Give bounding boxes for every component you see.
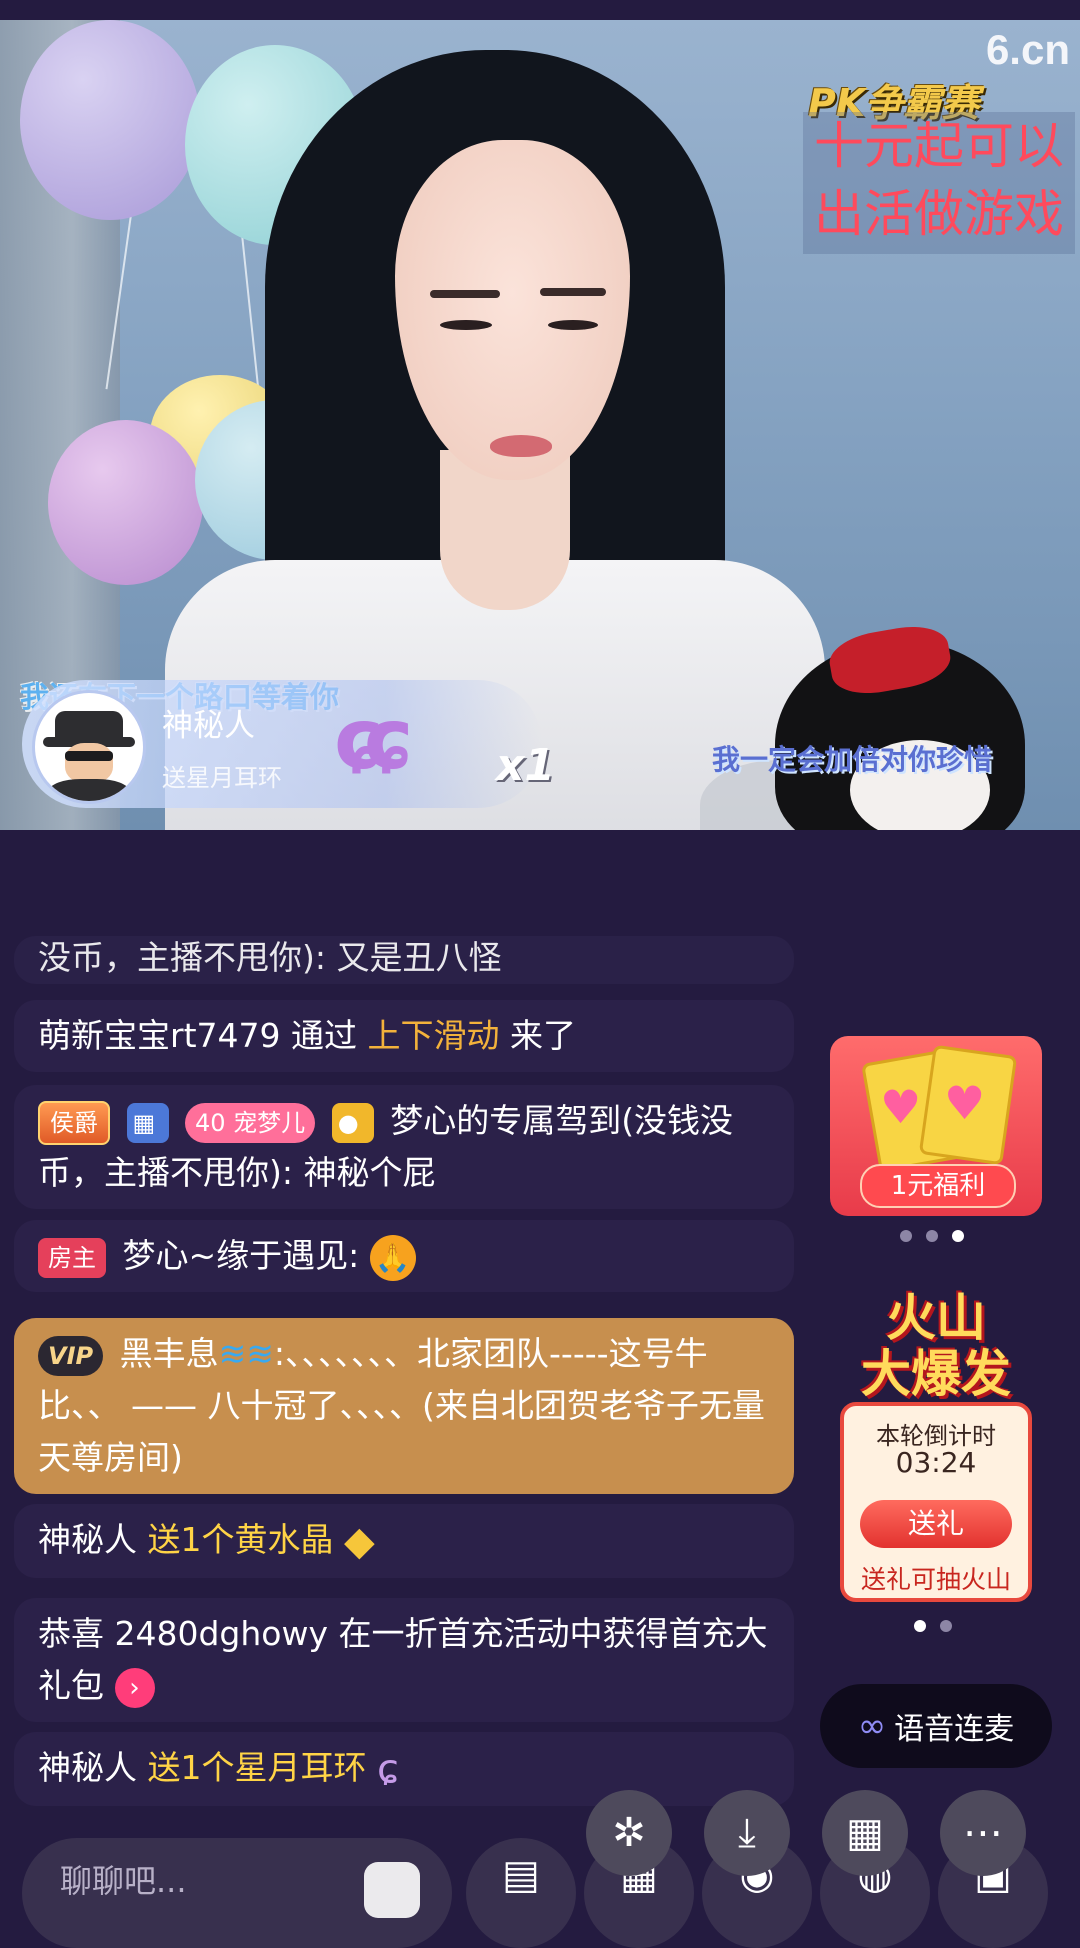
carousel-dot: [926, 1230, 938, 1242]
chat-message: 神秘人 送1个星月耳环 ɕ: [14, 1732, 794, 1806]
brow: [430, 290, 500, 298]
chat-message: 侯爵 ▦ 40 宠梦儿 ● 梦心的专属驾到(没钱没币，主播不甩你): 神秘个屁: [14, 1085, 794, 1209]
eye: [440, 320, 492, 330]
gift-text: 送1个黄水晶: [137, 1520, 334, 1559]
user-name[interactable]: 神秘人: [38, 1520, 137, 1559]
eye: [548, 320, 598, 330]
chevron-right-icon[interactable]: ›: [114, 1667, 155, 1708]
wave-icon: ≋≋: [218, 1334, 274, 1373]
volcano-event-card[interactable]: 火山 大爆发 本轮倒计时 03:24 送礼 送礼可抽火山: [840, 1290, 1032, 1602]
six-logo-icon[interactable]: ✲: [586, 1790, 672, 1876]
user-name[interactable]: 萌新宝宝rt7479: [38, 1016, 281, 1055]
gift-text: 送1个星月耳环: [137, 1748, 367, 1787]
rank-badge: 侯爵: [38, 1100, 110, 1145]
cards-graphic: ♥ ♥: [861, 1044, 1018, 1173]
voice-link-button[interactable]: ∞ 语音连麦: [820, 1684, 1052, 1768]
gift-sender-name: 神秘人: [162, 708, 255, 744]
chat-input[interactable]: [58, 1860, 362, 1902]
download-icon[interactable]: ⤓: [704, 1790, 790, 1876]
site-watermark: 6.cn: [985, 26, 1070, 73]
balloon: [20, 20, 200, 220]
avatar-head: [65, 743, 113, 783]
pray-emoji-icon: 🙏: [369, 1234, 416, 1281]
fan-badge: 40 宠梦儿: [185, 1102, 316, 1143]
more-icon[interactable]: ⋯: [940, 1790, 1026, 1876]
promo-line-2: 出活做游戏: [814, 185, 1064, 243]
carousel-dot: [900, 1230, 912, 1242]
chat-message-vip: VIP 黑丰息≋≋:、、、、、、、北家团队-----这号牛比、、 —— 八十冠了…: [14, 1318, 794, 1494]
sofa-icon[interactable]: [364, 1862, 420, 1918]
vip-badge: VIP: [38, 1335, 104, 1376]
fan-level: 40: [195, 1108, 226, 1137]
user-name[interactable]: 黑丰息: [120, 1334, 219, 1373]
owner-badge: 房主: [38, 1237, 106, 1278]
avatar-coat: [49, 779, 129, 801]
chat-message-partial: 没币，主播不甩你): 又是丑八怪: [14, 936, 794, 984]
entry-action: 上下滑动: [367, 1016, 500, 1055]
chat-message: 神秘人 送1个黄水晶 ◆: [14, 1504, 794, 1578]
message-text: 通过: [280, 1016, 368, 1055]
chat-message: 恭喜 2480dghowy 在一折首充活动中获得首充大礼包 ›: [14, 1598, 794, 1722]
message-text: 没币，主播不甩你): 又是丑八怪: [38, 938, 502, 977]
carousel-dots: [914, 1620, 952, 1632]
gift-count: x1: [496, 740, 555, 791]
earring-gift-icon: ɕ: [377, 1746, 399, 1793]
fan-name: 宠梦儿: [233, 1108, 306, 1137]
grid-menu-icon[interactable]: ▦: [822, 1790, 908, 1876]
crystal-gift-icon: ◆: [344, 1518, 375, 1565]
volcano-tip: 送礼可抽火山: [860, 1565, 1011, 1594]
promo-line-1: 十元起可以: [814, 117, 1064, 175]
avatar[interactable]: [32, 690, 146, 804]
link-icon: ∞: [857, 1706, 887, 1746]
lips: [490, 435, 552, 457]
message-text: 来了: [499, 1016, 576, 1055]
brow: [540, 288, 606, 296]
sunglasses: [65, 751, 113, 761]
user-name[interactable]: 神秘人: [38, 1748, 137, 1787]
status-bar: [0, 0, 1080, 20]
send-gift-button[interactable]: 送礼: [860, 1500, 1012, 1548]
carousel-dot: [940, 1620, 952, 1632]
countdown-time: 03:24: [895, 1446, 977, 1479]
carousel-dot-active: [952, 1230, 964, 1242]
balloon: [48, 420, 203, 585]
user-badge-icon: ●: [331, 1102, 374, 1143]
volcano-title: 火山 大爆发: [840, 1290, 1032, 1402]
heart-icon: ♥: [944, 1076, 986, 1130]
welfare-banner[interactable]: ♥ ♥ 1元福利: [830, 1036, 1042, 1216]
volcano-title-line2: 大爆发: [861, 1345, 1011, 1403]
carousel-dot-active: [914, 1620, 926, 1632]
volcano-title-line1: 火山: [886, 1289, 986, 1347]
box-badge-icon: ▦: [126, 1102, 169, 1143]
earring-gift-icon: ɕɕ: [334, 690, 413, 788]
chat-message: 萌新宝宝rt7479 通过 上下滑动 来了: [14, 1000, 794, 1072]
promo-text: 十元起可以 出活做游戏: [803, 112, 1075, 254]
message-text: 梦心~缘于遇见:: [122, 1236, 370, 1275]
carousel-dots: [900, 1230, 964, 1242]
message-icon[interactable]: ▤: [466, 1838, 576, 1948]
voice-link-label: 语音连麦: [894, 1712, 1015, 1747]
gift-description: 送星月耳环: [162, 764, 282, 792]
chat-message: 房主 梦心~缘于遇见: 🙏: [14, 1220, 794, 1292]
lyric-right: 我一定会加倍对你珍惜: [712, 743, 993, 776]
heart-icon: ♥: [880, 1080, 922, 1134]
welfare-label: 1元福利: [860, 1164, 1016, 1208]
